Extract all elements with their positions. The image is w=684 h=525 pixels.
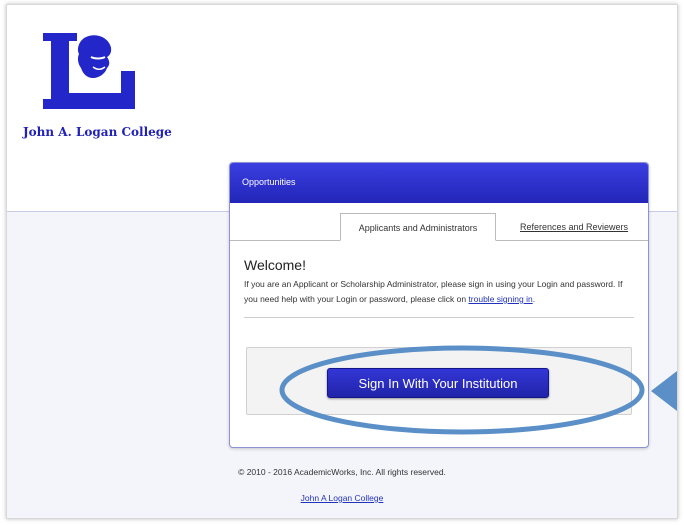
welcome-end: . <box>532 294 536 304</box>
pointer-arrow-icon <box>651 371 677 411</box>
divider <box>244 317 634 318</box>
tab-applicants-administrators[interactable]: Applicants and Administrators <box>340 213 496 241</box>
footer-copyright: © 2010 - 2016 AcademicWorks, Inc. All ri… <box>238 467 446 477</box>
welcome-heading: Welcome! <box>244 257 306 273</box>
welcome-body: If you are an Applicant or Scholarship A… <box>244 279 623 304</box>
tab-bar: Applicants and Administrators References… <box>230 203 648 241</box>
welcome-text: If you are an Applicant or Scholarship A… <box>244 277 634 307</box>
welcome-section: Welcome! If you are an Applicant or Scho… <box>230 241 648 307</box>
tab-references-reviewers[interactable]: References and Reviewers <box>504 213 644 241</box>
highlight-ellipse <box>279 345 645 435</box>
panel-header: Opportunities <box>230 163 648 203</box>
page-frame: John A. Logan College Opportunities Appl… <box>6 4 678 519</box>
college-logo-text: John A. Logan College <box>23 125 172 139</box>
footer-college-link[interactable]: John A Logan College <box>301 493 384 503</box>
footer-link-wrapper: John A Logan College <box>7 493 677 503</box>
trouble-signing-in-link[interactable]: trouble signing in <box>468 294 532 304</box>
